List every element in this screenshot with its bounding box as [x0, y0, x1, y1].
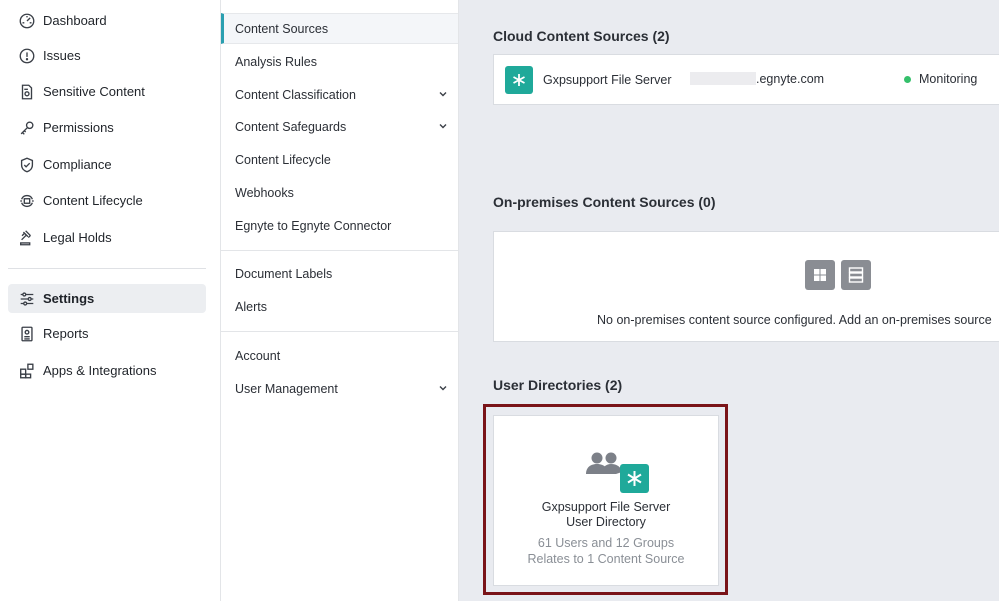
cloud-sources-title: Cloud Content Sources (2) — [493, 28, 670, 44]
nav-item-label: Issues — [43, 48, 81, 63]
nav-item-legal-holds[interactable]: Legal Holds — [8, 223, 206, 252]
cloud-source-url-suffix: .egnyte.com — [756, 72, 825, 86]
subnav-item-label: Egnyte to Egnyte Connector — [235, 218, 392, 233]
onprem-empty-message: No on-premises content source configured… — [597, 313, 992, 327]
nav-item-sensitive-content[interactable]: Sensitive Content — [8, 77, 206, 106]
nav-divider — [8, 268, 206, 269]
apps-icon — [8, 362, 43, 380]
subnav-item-label: Document Labels — [235, 266, 333, 281]
nav-item-label: Legal Holds — [43, 230, 112, 245]
onprem-sources-title: On-premises Content Sources (0) — [493, 194, 716, 210]
subnav-item-content-sources[interactable]: Content Sources — [221, 13, 458, 44]
shield-check-icon — [8, 156, 43, 174]
status-dot-icon — [904, 75, 911, 83]
cloud-source-url: .egnyte.com — [690, 72, 824, 86]
nav-item-content-lifecycle[interactable]: Content Lifecycle — [8, 186, 206, 215]
nav-item-label: Permissions — [43, 120, 114, 135]
onprem-empty-card: No on-premises content source configured… — [493, 231, 999, 342]
gavel-icon — [8, 229, 43, 247]
subnav-item-content-classification[interactable]: Content Classification — [221, 79, 458, 110]
subnav-item-label: Content Sources — [235, 21, 329, 36]
report-icon — [8, 325, 43, 343]
windows-icon[interactable] — [805, 260, 835, 290]
server-icon[interactable] — [841, 260, 871, 290]
subnav-item-label: Account — [235, 348, 281, 363]
subnav-item-account[interactable]: Account — [221, 340, 458, 371]
subnav-item-alerts[interactable]: Alerts — [221, 291, 458, 322]
subnav-item-content-lifecycle[interactable]: Content Lifecycle — [221, 144, 458, 175]
subnav-item-analysis-rules[interactable]: Analysis Rules — [221, 46, 458, 77]
subnav-item-label: Content Classification — [235, 87, 356, 102]
user-directories-title: User Directories (2) — [493, 377, 623, 393]
nav-item-compliance[interactable]: Compliance — [8, 150, 206, 179]
sliders-icon — [8, 290, 43, 308]
settings-subnav: Content Sources Analysis Rules Content C… — [221, 0, 459, 601]
subnav-item-document-labels[interactable]: Document Labels — [221, 258, 458, 289]
cloud-source-name: Gxpsupport File Server — [543, 72, 672, 87]
subnav-item-content-safeguards[interactable]: Content Safeguards — [221, 111, 458, 142]
nav-item-label: Apps & Integrations — [43, 363, 157, 378]
key-icon — [8, 119, 43, 137]
subnav-item-webhooks[interactable]: Webhooks — [221, 177, 458, 208]
redacted-domain — [690, 72, 756, 85]
nav-item-label: Compliance — [43, 157, 112, 172]
dashboard-gauge-icon — [8, 12, 43, 30]
primary-sidebar: Dashboard Issues Sensitive Content Permi… — [0, 0, 221, 601]
highlight-box — [483, 404, 728, 595]
status-label: Monitoring — [919, 72, 978, 86]
subnav-item-egnyte-connector[interactable]: Egnyte to Egnyte Connector — [221, 210, 458, 241]
nav-item-label: Settings — [43, 291, 95, 306]
nav-item-settings[interactable]: Settings — [8, 284, 206, 313]
chevron-down-icon — [439, 386, 447, 391]
subnav-divider — [221, 250, 458, 251]
alert-circle-icon — [8, 47, 43, 65]
subnav-item-label: Alerts — [235, 299, 267, 314]
chevron-down-icon — [439, 92, 447, 97]
subnav-item-user-management[interactable]: User Management — [221, 373, 458, 404]
nav-item-label: Dashboard — [43, 13, 107, 28]
nav-item-permissions[interactable]: Permissions — [8, 113, 206, 142]
subnav-item-label: User Management — [235, 381, 338, 396]
nav-item-label: Sensitive Content — [43, 84, 145, 99]
egnyte-logo-icon — [505, 65, 533, 94]
sensitive-document-icon — [8, 83, 43, 101]
lifecycle-icon — [8, 192, 43, 210]
nav-item-label: Content Lifecycle — [43, 193, 143, 208]
cloud-source-row[interactable]: Gxpsupport File Server .egnyte.com Monit… — [493, 54, 999, 105]
subnav-item-label: Webhooks — [235, 185, 294, 200]
nav-item-issues[interactable]: Issues — [8, 41, 206, 70]
chevron-down-icon — [439, 124, 447, 129]
subnav-item-label: Analysis Rules — [235, 54, 317, 69]
subnav-item-label: Content Safeguards — [235, 119, 347, 134]
subnav-item-label: Content Lifecycle — [235, 152, 331, 167]
status-badge: Monitoring — [904, 72, 977, 86]
nav-item-label: Reports — [43, 326, 89, 341]
content-sources-panel: Cloud Content Sources (2) Gxpsupport Fil… — [459, 0, 999, 601]
nav-item-reports[interactable]: Reports — [8, 319, 206, 348]
nav-item-dashboard[interactable]: Dashboard — [8, 6, 206, 35]
nav-item-apps-integrations[interactable]: Apps & Integrations — [8, 356, 206, 385]
subnav-divider — [221, 331, 458, 332]
